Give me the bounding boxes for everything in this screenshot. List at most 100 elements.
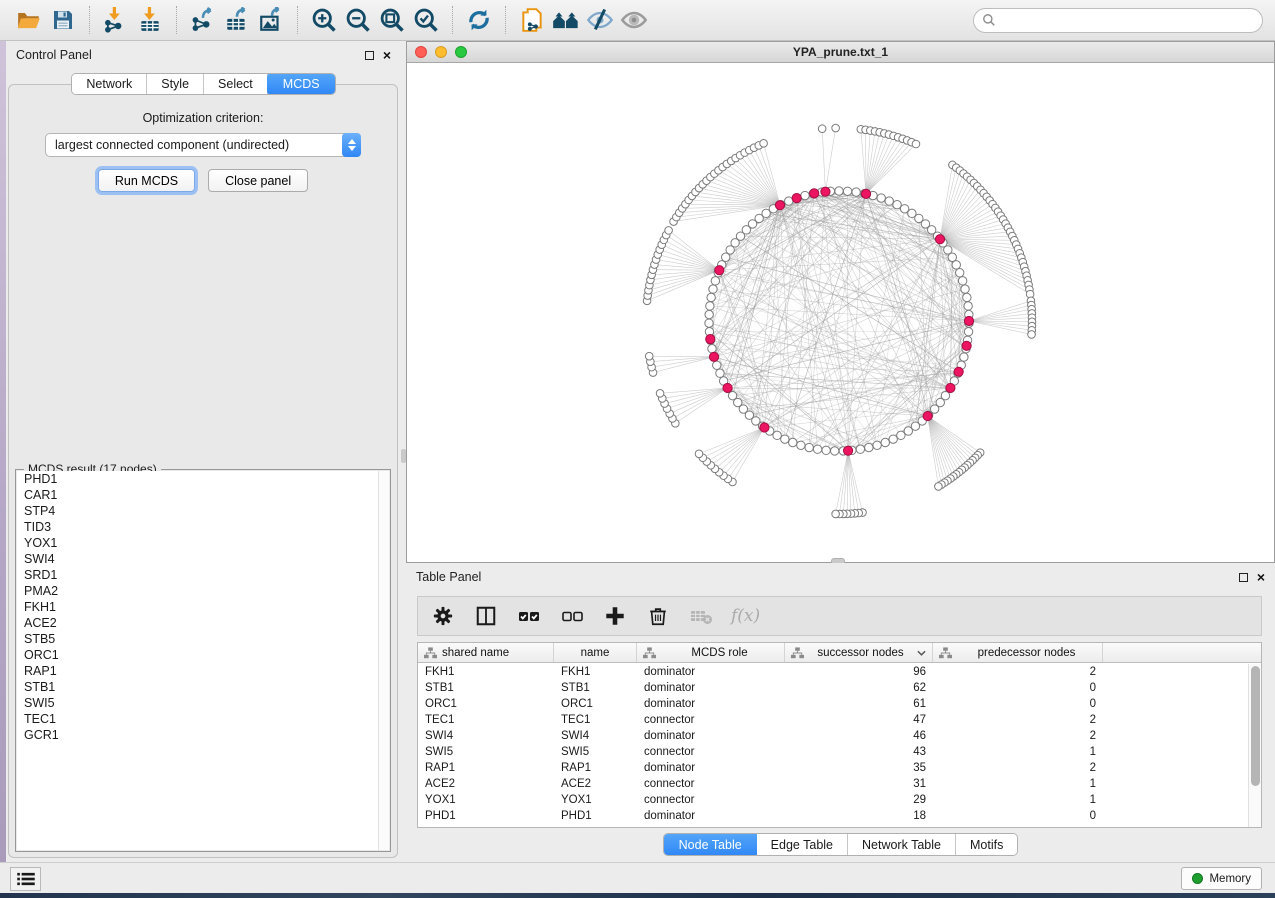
zoom-in-button[interactable] bbox=[307, 5, 341, 35]
table-cell[interactable]: dominator bbox=[637, 810, 785, 822]
column-header-shared-name[interactable]: shared name bbox=[418, 643, 554, 662]
network-node[interactable] bbox=[885, 197, 893, 205]
tab-mcds[interactable]: MCDS bbox=[267, 73, 336, 95]
table-row[interactable]: SWI4SWI4dominator462 bbox=[418, 728, 1248, 744]
apply-layout-button[interactable] bbox=[462, 5, 496, 35]
network-node[interactable] bbox=[881, 438, 889, 446]
network-node[interactable] bbox=[709, 285, 717, 293]
minimize-window-icon[interactable] bbox=[435, 46, 447, 58]
table-row[interactable]: RAP1RAP1dominator352 bbox=[418, 760, 1248, 776]
network-node[interactable] bbox=[843, 187, 851, 195]
table-cell[interactable]: 43 bbox=[785, 746, 933, 758]
table-cell[interactable]: dominator bbox=[637, 762, 785, 774]
network-hub-node[interactable] bbox=[861, 189, 870, 198]
table-row[interactable]: YOX1YOX1connector291 bbox=[418, 792, 1248, 808]
network-hub-node[interactable] bbox=[923, 411, 932, 420]
network-leaf-node[interactable] bbox=[1028, 331, 1036, 339]
network-node[interactable] bbox=[716, 369, 724, 377]
network-node[interactable] bbox=[960, 353, 968, 361]
mcds-result-item[interactable]: SWI4 bbox=[17, 551, 389, 567]
mcds-result-item[interactable]: FKH1 bbox=[17, 599, 389, 615]
table-cell[interactable]: TEC1 bbox=[418, 714, 554, 726]
network-leaf-node[interactable] bbox=[656, 389, 664, 397]
table-cell[interactable]: PHD1 bbox=[418, 810, 554, 822]
network-leaf-node[interactable] bbox=[832, 124, 840, 132]
network-leaf-node[interactable] bbox=[645, 352, 653, 360]
network-node[interactable] bbox=[958, 277, 966, 285]
column-header-successor-nodes[interactable]: successor nodes bbox=[785, 643, 933, 662]
table-scrollbar[interactable] bbox=[1248, 664, 1261, 827]
delete-column-button[interactable] bbox=[645, 603, 671, 629]
import-table-button[interactable] bbox=[133, 5, 167, 35]
table-cell[interactable]: SWI5 bbox=[554, 746, 637, 758]
table-cell[interactable]: STB1 bbox=[554, 682, 637, 694]
table-cell[interactable]: SWI4 bbox=[554, 730, 637, 742]
network-hub-node[interactable] bbox=[821, 187, 830, 196]
network-node[interactable] bbox=[964, 302, 972, 310]
table-cell[interactable]: SWI5 bbox=[418, 746, 554, 758]
table-cell[interactable]: 61 bbox=[785, 698, 933, 710]
network-hub-node[interactable] bbox=[964, 316, 973, 325]
table-cell[interactable]: 2 bbox=[933, 762, 1103, 774]
table-cell[interactable]: 1 bbox=[933, 746, 1103, 758]
table-cell[interactable]: RAP1 bbox=[418, 762, 554, 774]
table-scrollbar-thumb[interactable] bbox=[1251, 666, 1260, 786]
column-view-button[interactable] bbox=[473, 603, 499, 629]
network-node[interactable] bbox=[889, 435, 897, 443]
network-graph[interactable] bbox=[407, 63, 1275, 562]
network-node[interactable] bbox=[963, 293, 971, 301]
mcds-result-item[interactable]: SWI5 bbox=[17, 695, 389, 711]
mcds-result-item[interactable]: TEC1 bbox=[17, 711, 389, 727]
table-cell[interactable]: ACE2 bbox=[554, 778, 637, 790]
table-cell[interactable]: PHD1 bbox=[554, 810, 637, 822]
export-network-button[interactable] bbox=[186, 5, 220, 35]
network-node[interactable] bbox=[831, 447, 839, 455]
network-leaf-node[interactable] bbox=[818, 125, 826, 133]
network-leaf-node[interactable] bbox=[760, 140, 768, 148]
tab-node-table[interactable]: Node Table bbox=[663, 833, 758, 856]
task-history-button[interactable] bbox=[10, 867, 41, 891]
network-hub-node[interactable] bbox=[843, 446, 852, 455]
tab-select[interactable]: Select bbox=[204, 74, 268, 94]
vertical-splitter-handle[interactable] bbox=[401, 449, 406, 463]
float-panel-icon[interactable] bbox=[1239, 573, 1248, 582]
network-node[interactable] bbox=[893, 200, 901, 208]
table-cell[interactable]: 18 bbox=[785, 810, 933, 822]
mcds-result-item[interactable]: GCR1 bbox=[17, 727, 389, 743]
network-node[interactable] bbox=[813, 445, 821, 453]
show-graphics-details-button[interactable] bbox=[617, 5, 651, 35]
mcds-result-item[interactable]: PMA2 bbox=[17, 583, 389, 599]
save-session-button[interactable] bbox=[46, 5, 80, 35]
network-hub-node[interactable] bbox=[775, 201, 784, 210]
table-cell[interactable]: dominator bbox=[637, 682, 785, 694]
search-input[interactable] bbox=[1002, 13, 1254, 27]
table-cell[interactable]: dominator bbox=[637, 730, 785, 742]
mcds-result-list[interactable]: PHD1CAR1STP4TID3YOX1SWI4SRD1PMA2FKH1ACE2… bbox=[17, 471, 389, 850]
zoom-selected-button[interactable] bbox=[409, 5, 443, 35]
table-cell[interactable]: 0 bbox=[933, 698, 1103, 710]
mcds-result-item[interactable]: YOX1 bbox=[17, 535, 389, 551]
network-hub-node[interactable] bbox=[706, 334, 715, 343]
close-panel-icon[interactable]: × bbox=[1257, 572, 1265, 582]
table-row[interactable]: ORC1ORC1dominator610 bbox=[418, 696, 1248, 712]
network-hub-node[interactable] bbox=[962, 341, 971, 350]
clone-network-button[interactable] bbox=[515, 5, 549, 35]
gear-button[interactable] bbox=[430, 603, 456, 629]
network-hub-node[interactable] bbox=[760, 423, 769, 432]
network-leaf-node[interactable] bbox=[665, 227, 673, 235]
hide-graphics-details-button[interactable] bbox=[583, 5, 617, 35]
table-cell[interactable]: connector bbox=[637, 746, 785, 758]
table-cell[interactable]: FKH1 bbox=[554, 666, 637, 678]
show-columns-button[interactable] bbox=[516, 603, 542, 629]
table-cell[interactable]: 1 bbox=[933, 794, 1103, 806]
maximize-window-icon[interactable] bbox=[455, 46, 467, 58]
network-hub-node[interactable] bbox=[954, 367, 963, 376]
network-hub-node[interactable] bbox=[946, 383, 955, 392]
network-leaf-node[interactable] bbox=[695, 450, 703, 458]
tab-style[interactable]: Style bbox=[147, 74, 204, 94]
network-canvas[interactable] bbox=[407, 63, 1274, 562]
network-leaf-node[interactable] bbox=[912, 140, 920, 148]
network-node[interactable] bbox=[708, 345, 716, 353]
memory-button[interactable]: Memory bbox=[1181, 867, 1262, 890]
hide-columns-button[interactable] bbox=[559, 603, 585, 629]
